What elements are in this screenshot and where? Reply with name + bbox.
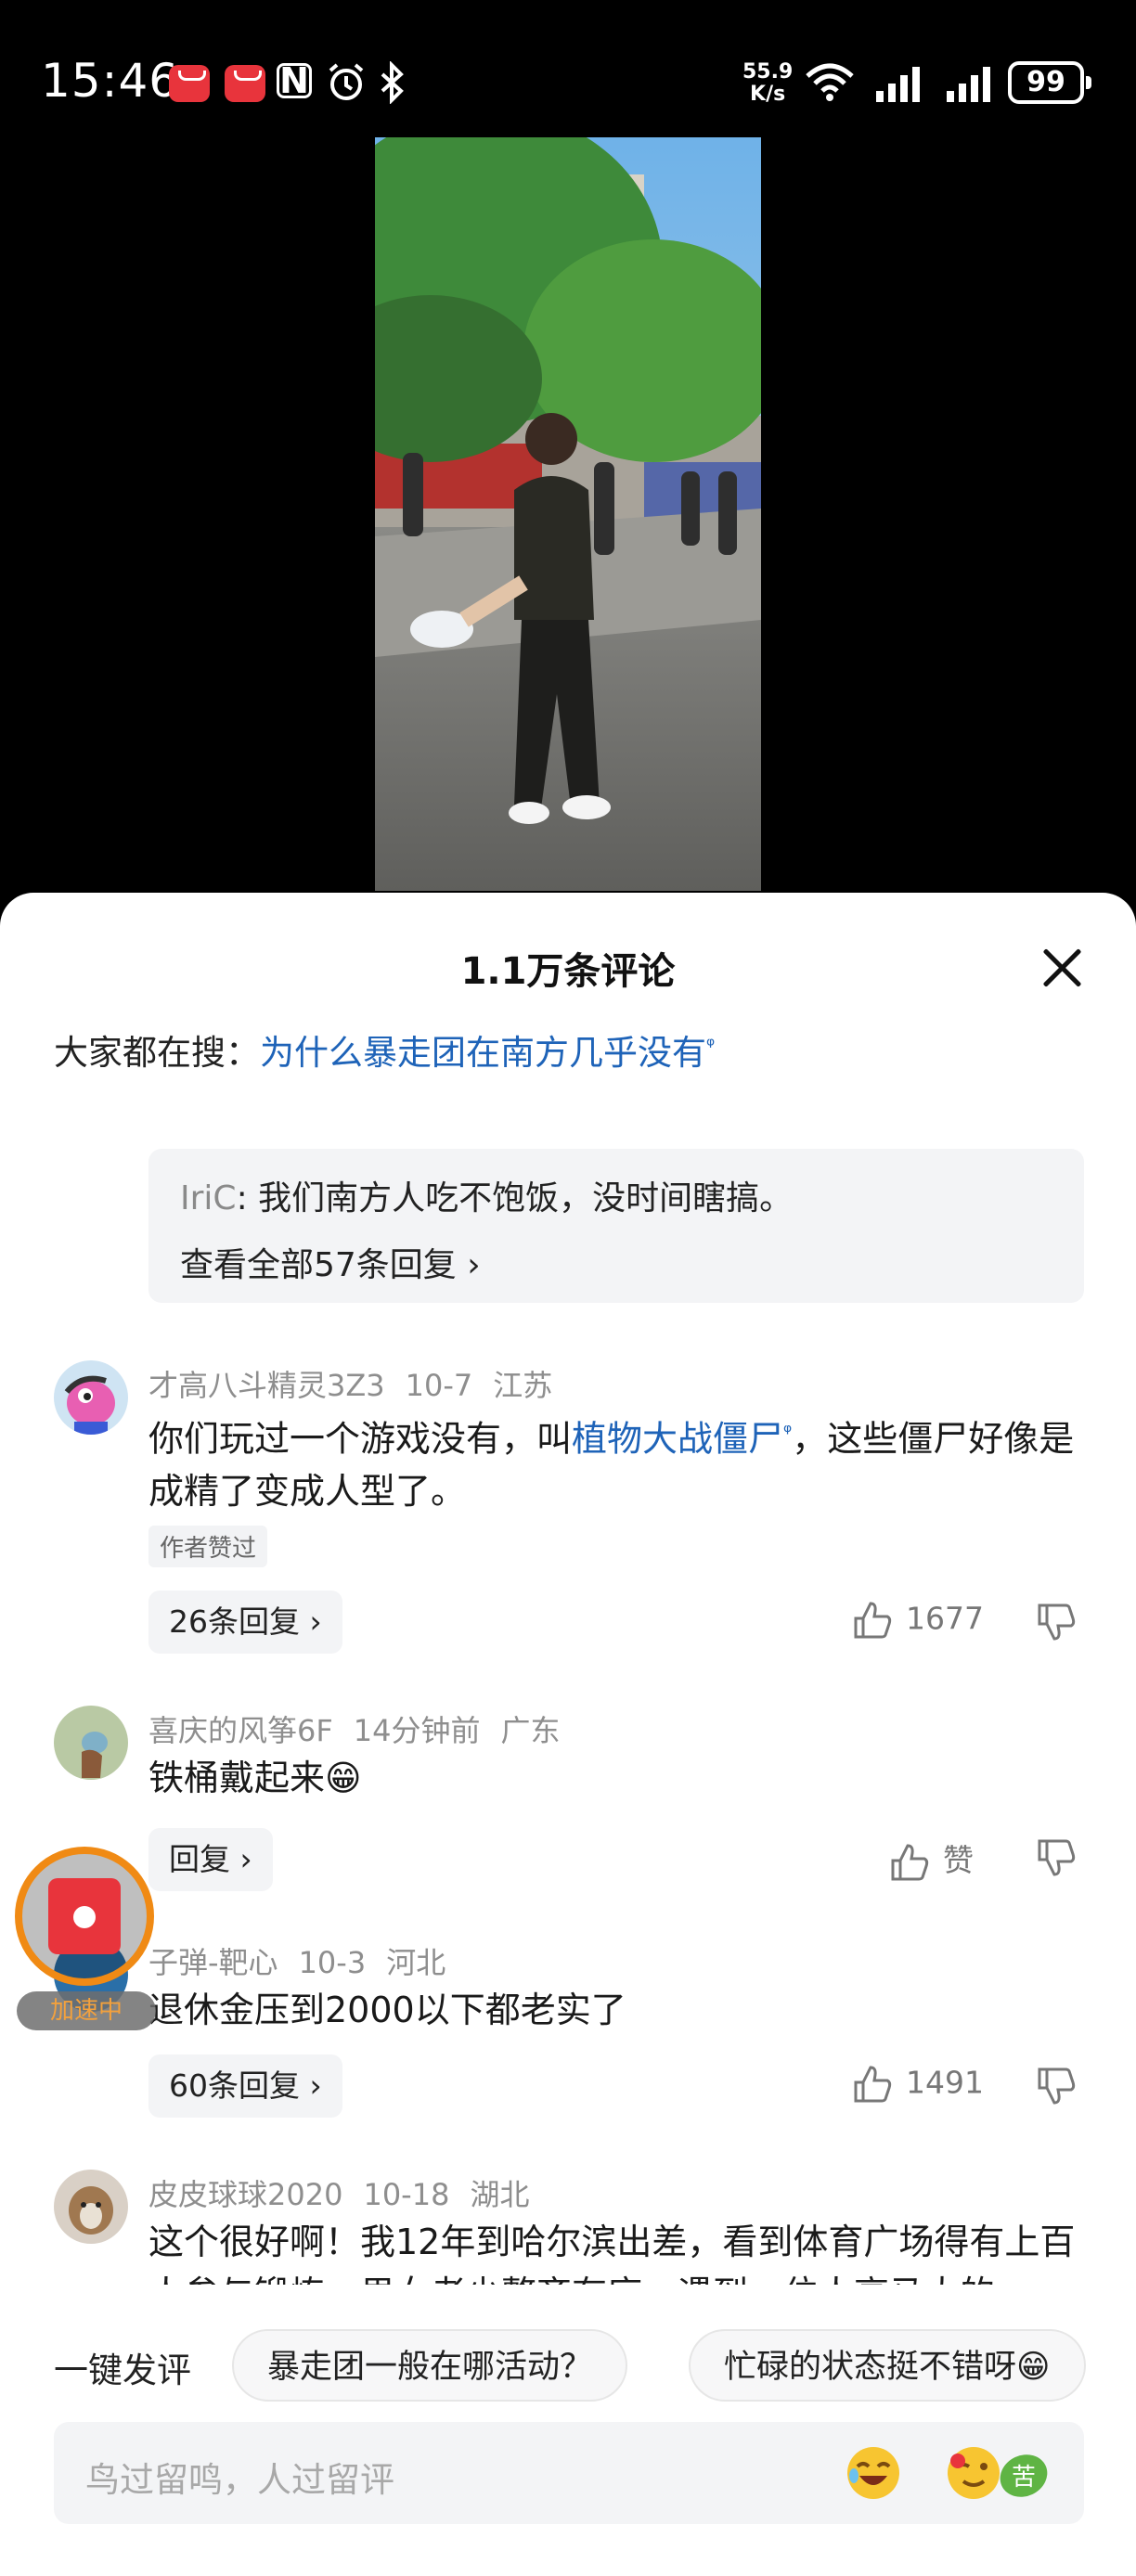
reply-preview[interactable]: IriC: 我们南方人吃不饱饭，没时间瞎搞。 查看全部57条回复 › bbox=[148, 1149, 1084, 1303]
bluetooth-icon bbox=[381, 61, 404, 104]
reply-text: : 我们南方人吃不饱饭，没时间瞎搞。 bbox=[236, 1179, 794, 1217]
close-button[interactable] bbox=[1039, 945, 1086, 991]
comment-text: 这个很好啊！我12年到哈尔滨出差，看到体育广场得有上百人参与锻炼，男女老少整齐有… bbox=[148, 2222, 1076, 2285]
thumbs-down-icon[interactable] bbox=[1036, 1600, 1078, 1642]
status-time: 15:46 bbox=[41, 54, 180, 108]
avatar-image bbox=[69, 2186, 113, 2235]
comment-location: 湖北 bbox=[470, 2177, 530, 2212]
comment-list[interactable]: IriC: 我们南方人吃不饱饭，没时间瞎搞。 查看全部57条回复 › 才高八斗精… bbox=[0, 1115, 1136, 2285]
trending-search-prefix: 大家都在搜： bbox=[54, 1033, 260, 1073]
view-replies-button[interactable]: 60条回复 › bbox=[148, 2054, 342, 2118]
comment-user[interactable]: 才高八斗精灵3Z3 bbox=[148, 1368, 385, 1403]
comment-date: 10-3 bbox=[298, 1945, 367, 1980]
comment-user[interactable]: 皮皮球球2020 bbox=[148, 2177, 342, 2212]
quick-comment-label: 一键发评 bbox=[54, 2351, 191, 2390]
comment-meta: 子弹-靶心 10-3 河北 bbox=[148, 1939, 466, 1982]
comment-text-part: 你们玩过一个游戏没有，叫 bbox=[148, 1418, 573, 1460]
comment-input-placeholder: 鸟过留鸣，人过留评 bbox=[85, 2460, 394, 2500]
red-packet-float-button[interactable] bbox=[15, 1847, 154, 1986]
like-count: 1677 bbox=[906, 1600, 984, 1637]
comment-user[interactable]: 子弹-靶心 bbox=[148, 1945, 278, 1980]
comment-keyword-link[interactable]: 植物大战僵尸 bbox=[572, 1419, 783, 1460]
avatar[interactable] bbox=[54, 1360, 128, 1435]
comments-sheet: 1.1万条评论 大家都在搜：为什么暴走团在南方几乎没有ᵠ IriC: 我们南方人… bbox=[0, 893, 1136, 2576]
like-count: 1491 bbox=[906, 2064, 984, 2101]
comment-location: 广东 bbox=[500, 1713, 561, 1748]
signal-icon bbox=[876, 67, 920, 102]
like-button[interactable]: 1677 bbox=[852, 1600, 984, 1641]
thumbs-up-icon bbox=[854, 2066, 892, 2103]
video-frame bbox=[375, 137, 761, 891]
search-icon: ᵠ bbox=[783, 1421, 793, 1444]
comments-title: 1.1万条评论 bbox=[460, 950, 676, 993]
comment-date: 14分钟前 bbox=[353, 1713, 481, 1748]
trending-search-link[interactable]: 为什么暴走团在南方几乎没有 bbox=[260, 1033, 706, 1073]
avatar-image bbox=[82, 1732, 108, 1778]
quick-comment-chip[interactable]: 暴走团一般在哪活动？ bbox=[232, 2329, 628, 2402]
comment-date: 10-7 bbox=[405, 1368, 473, 1403]
author-liked-tag: 作者赞过 bbox=[148, 1526, 268, 1567]
comment-input[interactable]: 鸟过留鸣，人过留评 苦 bbox=[54, 2422, 1084, 2524]
like-button[interactable]: 1491 bbox=[852, 2064, 984, 2105]
comment-text: 铁桶戴起来😁 bbox=[148, 1758, 362, 1798]
reply-user[interactable]: IriC bbox=[180, 1179, 237, 1217]
laughing-emoji-icon[interactable] bbox=[845, 2444, 902, 2502]
like-label: 赞 bbox=[943, 1842, 974, 1878]
float-status-label: 加速中 bbox=[17, 1991, 156, 2030]
comment-meta: 才高八斗精灵3Z3 10-7 江苏 bbox=[148, 1362, 573, 1405]
red-packet-icon bbox=[48, 1878, 121, 1954]
comment-location: 江苏 bbox=[493, 1368, 553, 1403]
signal-icon bbox=[947, 67, 990, 102]
quick-comment-row: 一键发评 暴走团一般在哪活动？ 忙碌的状态挺不错呀😁 bbox=[0, 2322, 1136, 2405]
bitter-melon-emoji-icon[interactable]: 苦 bbox=[993, 2444, 1054, 2502]
like-button[interactable]: 赞 bbox=[889, 1835, 974, 1883]
thumbs-down-icon[interactable] bbox=[1036, 2064, 1078, 2106]
view-all-replies[interactable]: 查看全部57条回复 › bbox=[180, 1238, 1052, 1286]
nfc-icon: N bbox=[277, 63, 312, 98]
reply-button[interactable]: 回复 › bbox=[148, 1828, 273, 1891]
comment-date: 10-18 bbox=[363, 2177, 450, 2212]
search-icon: ᵠ bbox=[706, 1034, 716, 1058]
thumbs-up-icon bbox=[891, 1843, 929, 1880]
video-player[interactable] bbox=[375, 137, 761, 891]
quick-comment-chip[interactable]: 忙碌的状态挺不错呀😁 bbox=[689, 2329, 1086, 2402]
thumbs-up-icon bbox=[854, 1602, 892, 1639]
view-replies-button[interactable]: 26条回复 › bbox=[148, 1591, 342, 1654]
network-speed-value: 55.9 bbox=[742, 60, 794, 84]
avatar-image bbox=[64, 1375, 115, 1435]
alarm-icon bbox=[329, 63, 364, 100]
comment-meta: 皮皮球球2020 10-18 湖北 bbox=[148, 2171, 549, 2214]
comment-text: 退休金压到2000以下都老实了 bbox=[148, 1990, 626, 2030]
status-bar: 15:46 N 55.9 K/s 99 bbox=[0, 0, 1136, 139]
thumbs-down-icon[interactable] bbox=[1036, 1835, 1078, 1878]
comment-text: 你们玩过一个游戏没有，叫植物大战僵尸ᵠ，这些僵尸好像是成精了变成人型了。 bbox=[148, 1407, 1086, 1517]
huawei-app-icon bbox=[169, 65, 210, 102]
network-speed-unit: K/s bbox=[750, 83, 786, 106]
comment-user[interactable]: 喜庆的风筝6F bbox=[148, 1713, 333, 1748]
svg-text:苦: 苦 bbox=[1012, 2464, 1036, 2492]
avatar[interactable] bbox=[54, 1706, 128, 1780]
comment-location: 河北 bbox=[386, 1945, 446, 1980]
comment-meta: 喜庆的风筝6F 14分钟前 广东 bbox=[148, 1707, 581, 1750]
huawei-app-icon bbox=[225, 65, 265, 102]
battery-indicator: 99 bbox=[1008, 61, 1091, 104]
trending-search[interactable]: 大家都在搜：为什么暴走团在南方几乎没有ᵠ bbox=[54, 1024, 715, 1075]
avatar[interactable] bbox=[54, 2170, 128, 2244]
wifi-icon bbox=[806, 63, 854, 101]
network-speed: 55.9 K/s bbox=[742, 61, 793, 106]
